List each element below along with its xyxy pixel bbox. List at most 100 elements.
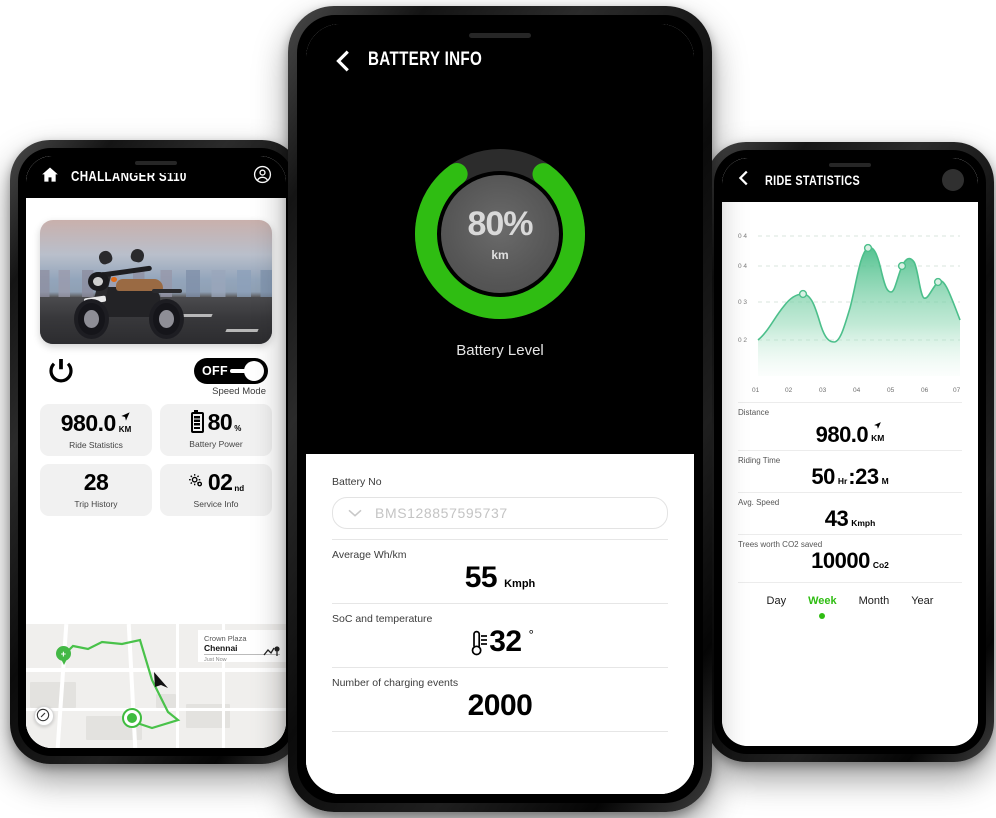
gauge-sub-unit: km [491, 247, 509, 262]
stat-card-service-info[interactable]: 02 nd Service Info [160, 464, 272, 516]
chevron-down-icon[interactable] [347, 506, 363, 521]
range-tab-bar: Day Week Month Year [738, 581, 962, 619]
stat-value: 80 [207, 409, 233, 435]
phone-left-notch [96, 156, 216, 173]
chart-xtick-labels: 01 02 03 04 05 06 07 [752, 387, 961, 394]
vehicle-image [40, 220, 272, 344]
power-icon[interactable] [46, 356, 76, 386]
speed-mode-caption: Speed Mode [212, 386, 266, 397]
ride-area-chart: 0 40 4 0 30 2 01 02 03 04 05 06 07 [722, 202, 978, 402]
stat-unit-hours: Hr [837, 476, 848, 486]
page-title: BATTERY INFO [368, 49, 483, 70]
tab-year[interactable]: Year [911, 595, 933, 607]
tab-day[interactable]: Day [767, 595, 787, 607]
home-icon[interactable] [40, 165, 60, 190]
phone-right: RIDE STATISTICS 0 4 0 4 0 3 0 2 01 02 03… [706, 142, 994, 762]
compass-icon[interactable] [34, 706, 54, 726]
home-body: OFF Speed Mode 980.0 KM Ride Statistics … [26, 198, 286, 748]
tab-week[interactable]: Week [808, 595, 837, 619]
account-circle-icon[interactable] [253, 165, 272, 189]
chart-ytick-labels: 0 4 0 4 0 3 0 2 [738, 233, 747, 344]
stat-card-ride-statistics[interactable]: 980.0 KM Ride Statistics [40, 404, 152, 456]
tab-month[interactable]: Month [859, 595, 890, 607]
field-label: Number of charging events [332, 677, 459, 689]
stat-unit: KM [871, 433, 885, 443]
phone-left-screen: CHALLANGER S110 OFF Speed Mode 980.0 KM … [26, 156, 286, 748]
field-unit: ° [528, 627, 534, 642]
speaker-slot-icon [469, 33, 531, 38]
stat-card-grid: 980.0 KM Ride Statistics 80 % Battery Po… [40, 404, 272, 516]
battery-details-panel: Battery No BMS128857595737 Average Wh/km… [306, 454, 694, 794]
stat-value: 10000 [811, 547, 870, 573]
svg-text:03: 03 [819, 387, 827, 394]
gauge-caption: Battery Level [456, 342, 544, 359]
svg-text:02: 02 [785, 387, 793, 394]
toggle-knob[interactable] [244, 361, 264, 381]
battery-no-select[interactable]: BMS128857595737 [332, 497, 668, 529]
stat-value-hours: 50 [811, 463, 835, 489]
stat-value: 43 [824, 505, 849, 531]
active-tab-dot [819, 612, 826, 619]
stat-label: Distance [738, 408, 770, 417]
map-place-card[interactable]: Crown Plaza Chennai Just Now [198, 630, 286, 663]
svg-text:05: 05 [887, 387, 895, 394]
navigation-arrow-icon [873, 418, 882, 434]
field-label: Battery No [332, 476, 382, 488]
navigation-arrow-icon [120, 410, 131, 426]
field-label: Average Wh/km [332, 549, 407, 561]
hospital-pin-icon[interactable]: + [56, 646, 71, 665]
stat-card-trip-history[interactable]: 28 Trip History [40, 464, 152, 516]
stat-unit-minutes: M [881, 476, 889, 486]
field-value: 32 [489, 625, 522, 658]
svg-text:07: 07 [953, 387, 961, 394]
stat-value: 980.0 [60, 410, 117, 436]
chevron-left-icon[interactable] [736, 169, 751, 192]
field-label: SoC and temperature [332, 613, 433, 625]
stat-unit: KM [118, 425, 132, 434]
svg-text:0 4: 0 4 [738, 233, 747, 240]
phone-left: CHALLANGER S110 OFF Speed Mode 980.0 KM … [10, 140, 302, 764]
battery-gauge-panel: BATTERY INFO 80% km Battery Level [306, 24, 694, 454]
field-value: 2000 [467, 689, 533, 722]
phone-right-notch [791, 158, 909, 175]
place-title: Crown Plaza [204, 634, 247, 643]
speed-mode-toggle[interactable]: OFF [194, 358, 268, 384]
list-end-divider [332, 731, 668, 732]
phone-right-screen: RIDE STATISTICS 0 4 0 4 0 3 0 2 01 02 03… [722, 158, 978, 746]
ride-stat-co2-saved: Trees worth CO2 saved 10000 Co2 [738, 533, 962, 576]
svg-text:0 4: 0 4 [738, 263, 747, 270]
field-soc-and-temperature: SoC and temperature 32 ° [332, 603, 668, 667]
stat-value: 02 [207, 469, 233, 495]
location-dot-icon[interactable] [122, 708, 142, 728]
stat-label: Avg. Speed [738, 497, 780, 507]
image-lane-mark [224, 328, 259, 332]
scooter-illustration [66, 240, 205, 340]
phone-center-screen: BATTERY INFO 80% km Battery Level Batter… [306, 24, 694, 794]
stat-card-battery-power[interactable]: 80 % Battery Power [160, 404, 272, 456]
stat-unit: nd [234, 484, 245, 493]
ride-stat-avg-speed: Avg. Speed 43 Kmph [738, 491, 962, 534]
avatar[interactable] [942, 169, 964, 191]
stat-caption: Ride Statistics [69, 440, 123, 450]
stat-caption: Trip History [74, 499, 118, 509]
chevron-left-icon[interactable] [332, 48, 354, 79]
battery-level-gauge: 80% km [408, 142, 592, 326]
speaker-slot-icon [829, 163, 871, 167]
battery-icon [190, 410, 204, 433]
route-map[interactable]: + Crown Plaza Chennai Just Now [26, 624, 286, 748]
stat-value-minutes: 23 [855, 463, 879, 489]
chart-svg: 0 40 4 0 30 2 01 02 03 04 05 06 07 [738, 233, 961, 394]
stat-value: 28 [83, 469, 109, 495]
field-unit: Kmph [504, 578, 536, 590]
svg-text:01: 01 [752, 387, 760, 394]
gauge-center: 80% km [441, 175, 559, 293]
battery-no-value: BMS128857595737 [375, 505, 508, 521]
svg-text:0 3: 0 3 [738, 299, 747, 306]
stat-caption: Service Info [193, 499, 239, 509]
stat-unit: Co2 [872, 560, 889, 570]
phone-center-notch [416, 24, 584, 50]
speaker-slot-icon [135, 161, 177, 165]
ride-stat-list: Distance 980.0 KM Riding Time 50 Hr: 23… [722, 402, 978, 576]
stat-value: 980.0 [815, 421, 869, 447]
vehicle-heading-arrow-icon [154, 672, 168, 688]
